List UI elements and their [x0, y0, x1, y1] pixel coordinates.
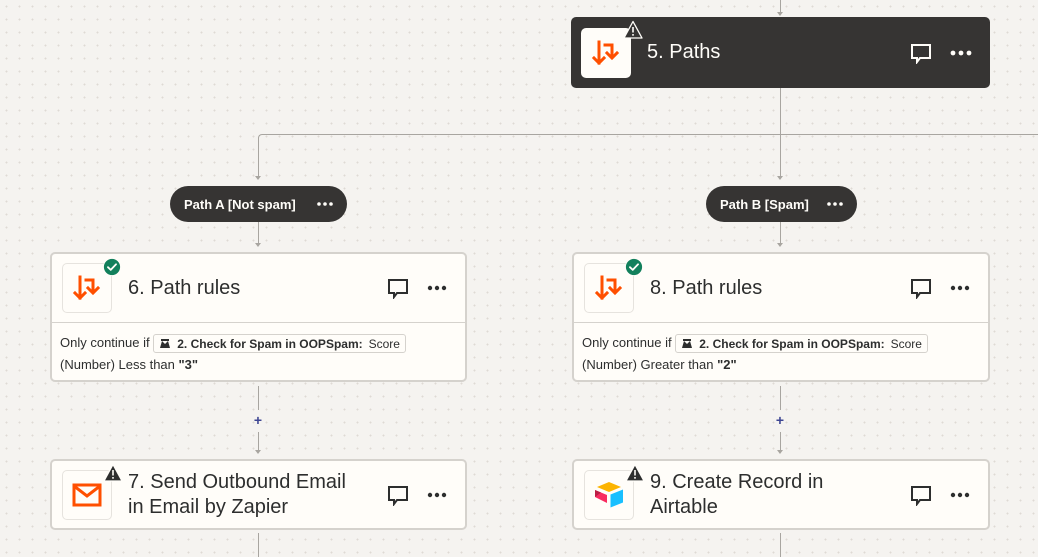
- step-title: 7. Send Outbound Email in Email by Zapie…: [128, 470, 387, 520]
- step-title: 8. Path rules: [650, 276, 763, 299]
- connector-b-bottom: [780, 533, 781, 557]
- paths-icon: [594, 275, 623, 301]
- paths-app-icon: [62, 258, 121, 313]
- comment-icon: [388, 485, 408, 506]
- comment-button[interactable]: [387, 277, 409, 299]
- path-a-label: Path A [Not spam]: [184, 196, 296, 212]
- comment-icon: [911, 279, 931, 299]
- email-app-icon: [62, 463, 123, 520]
- path-b-more-button[interactable]: [827, 202, 843, 206]
- connector-path-a-down: [258, 137, 259, 177]
- rule-condition: (Number) Less than: [60, 357, 175, 372]
- more-options-button[interactable]: [427, 492, 447, 498]
- connector-a-rule-to-plus: [258, 386, 259, 410]
- token-step-name: 2. Check for Spam in OOPSpam:: [699, 336, 885, 351]
- connector-a-action-arrow: [255, 450, 261, 454]
- step-card-send-email[interactable]: 7. Send Outbound Email in Email by Zapie…: [50, 459, 467, 530]
- path-rule-description: Only continue if 2. Check for Spam in OO…: [574, 322, 988, 384]
- connector-paths-down: [780, 88, 781, 134]
- rule-value: "2": [717, 357, 737, 372]
- more-icon: [317, 202, 333, 206]
- step-title-line1: 9. Create Record in: [650, 470, 824, 493]
- field-token: 2. Check for Spam in OOPSpam: Score: [675, 334, 928, 354]
- more-icon: [950, 50, 972, 55]
- connector-top-arrow: [777, 12, 783, 16]
- step-title: 9. Create Record in Airtable: [650, 470, 910, 520]
- rule-prefix: Only continue if: [582, 335, 672, 350]
- connector-a-plus-to-action: [258, 432, 259, 451]
- add-step-button-b[interactable]: +: [773, 413, 787, 427]
- connector-path-a-arrow: [255, 176, 261, 180]
- success-check-icon: [625, 258, 643, 276]
- airtable-icon: [595, 481, 623, 507]
- connector-a-pill-to-rule: [258, 222, 259, 244]
- connector-branch-horizontal: [262, 134, 1038, 135]
- path-rule-description: Only continue if 2. Check for Spam in OO…: [52, 322, 465, 384]
- step-title: 6. Path rules: [128, 276, 241, 299]
- more-icon: [950, 492, 970, 497]
- more-options-button[interactable]: [950, 492, 970, 498]
- rule-condition: (Number) Greater than: [582, 357, 714, 372]
- more-icon: [827, 202, 843, 206]
- connector-b-plus-to-action: [780, 432, 781, 451]
- step-title-line2: Airtable: [650, 495, 718, 518]
- more-options-button[interactable]: [427, 285, 447, 291]
- success-check-icon: [103, 258, 121, 276]
- email-icon: [72, 483, 102, 506]
- more-icon: [427, 492, 447, 497]
- warning-icon: [625, 463, 645, 482]
- step-title-line2: in Email by Zapier: [128, 495, 289, 518]
- more-icon: [427, 285, 447, 291]
- token-step-name: 2. Check for Spam in OOPSpam:: [177, 336, 363, 351]
- paths-app-icon: [584, 258, 643, 313]
- comment-icon: [388, 279, 408, 299]
- comment-icon: [911, 43, 931, 64]
- connector-a-rule-arrow: [255, 243, 261, 247]
- paths-app-icon: [581, 20, 643, 78]
- field-token: 2. Check for Spam in OOPSpam: Score: [153, 334, 406, 354]
- connector-b-rule-arrow: [777, 243, 783, 247]
- more-options-button[interactable]: [950, 50, 972, 56]
- comment-icon: [911, 485, 931, 506]
- connector-b-rule-to-plus: [780, 386, 781, 410]
- path-b-label: Path B [Spam]: [720, 196, 809, 212]
- more-icon: [950, 285, 970, 291]
- rule-value: "3": [178, 357, 199, 372]
- connector-path-b-arrow: [777, 176, 783, 180]
- paths-icon: [591, 40, 620, 65]
- connector-corner: [258, 134, 263, 139]
- comment-button[interactable]: [910, 42, 932, 64]
- oopspam-icon: [682, 338, 693, 348]
- step-card-path-b-rules[interactable]: 8. Path rules Only continue if 2. Check …: [572, 252, 990, 382]
- step-card-paths[interactable]: 5. Paths: [571, 17, 990, 88]
- paths-icon: [72, 275, 101, 301]
- path-b-pill[interactable]: Path B [Spam]: [706, 186, 857, 222]
- token-field-name: Score: [368, 336, 400, 351]
- comment-button[interactable]: [910, 277, 932, 299]
- step-title: 5. Paths: [647, 41, 721, 63]
- connector-b-pill-to-rule: [780, 222, 781, 244]
- step-card-path-a-rules[interactable]: 6. Path rules Only continue if 2. Check …: [50, 252, 467, 382]
- comment-button[interactable]: [387, 484, 409, 506]
- add-step-button-a[interactable]: +: [251, 413, 265, 427]
- connector-a-bottom: [258, 533, 259, 557]
- comment-button[interactable]: [910, 484, 932, 506]
- path-a-pill[interactable]: Path A [Not spam]: [170, 186, 347, 222]
- warning-icon: [623, 20, 643, 39]
- rule-prefix: Only continue if: [60, 335, 150, 350]
- connector-path-b-down: [780, 134, 781, 177]
- connector-b-action-arrow: [777, 450, 783, 454]
- oopspam-icon: [160, 338, 171, 348]
- warning-icon: [103, 463, 123, 482]
- more-options-button[interactable]: [950, 285, 970, 291]
- token-field-name: Score: [890, 336, 922, 351]
- step-title-line1: 7. Send Outbound Email: [128, 470, 346, 493]
- airtable-app-icon: [584, 463, 645, 520]
- step-card-airtable[interactable]: 9. Create Record in Airtable: [572, 459, 990, 530]
- path-a-more-button[interactable]: [317, 202, 333, 206]
